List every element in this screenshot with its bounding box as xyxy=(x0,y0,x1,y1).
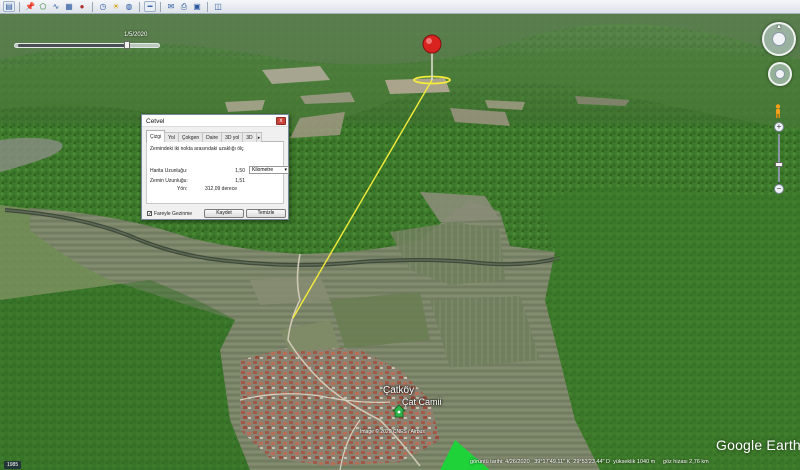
tab-line[interactable]: Çizgi xyxy=(146,130,166,142)
time-slider-handle[interactable] xyxy=(124,41,131,49)
time-slider[interactable]: 1/5/2020 xyxy=(14,32,160,49)
toolbar-separator xyxy=(92,1,93,12)
tab-scroll-right-icon[interactable]: ▸ xyxy=(255,132,263,142)
ruler-description: Zemindeki iki nokta arasındaki uzaklığı … xyxy=(150,146,244,152)
unit-select-value: Kilometre xyxy=(252,167,274,173)
toolbar-separator xyxy=(160,1,161,12)
toolbar-separator xyxy=(139,1,140,12)
north-up-icon[interactable] xyxy=(772,32,786,46)
close-button[interactable]: x xyxy=(276,117,286,125)
save-image-icon[interactable]: ▣ xyxy=(191,1,203,12)
print-icon[interactable]: ⎙ xyxy=(178,1,190,12)
placemark-icon[interactable]: 📌 xyxy=(24,1,36,12)
toolbar: ▤ 📌 ⬠ ∿ ▦ ● ◷ ☀ ◍ ━ ✉ ⎙ ▣ ◫ xyxy=(0,0,800,14)
chevron-down-icon: ▾ xyxy=(284,167,287,173)
ruler-tabs: Çizgi Yol Çokgen Daire 3D yol 3D ▸ xyxy=(146,130,284,142)
toolbar-separator xyxy=(207,1,208,12)
tab-path[interactable]: Yol xyxy=(164,132,179,142)
sunlight-icon[interactable]: ☀ xyxy=(110,1,122,12)
clear-button[interactable]: Temizle xyxy=(246,209,286,218)
latitude: 39°17'49.11" K xyxy=(534,459,571,465)
terrain-imagery xyxy=(0,14,800,470)
ruler-dialog-title-text: Cetvel xyxy=(146,118,165,125)
ruler-footer: ✓ Fareyle Gezinme Kaydet Temizle xyxy=(146,209,286,219)
village-label[interactable]: Çatköy xyxy=(383,386,414,396)
ground-length-label: Zemin Uzunluğu: xyxy=(150,178,188,184)
tab-3d-path[interactable]: 3D yol xyxy=(221,132,244,142)
ruler-dialog: Cetvel x Çizgi Yol Çokgen Daire 3D yol 3… xyxy=(141,114,289,220)
image-credit: Image © 2020 CNES / Airbus xyxy=(360,429,425,435)
tab-circle[interactable]: Daire xyxy=(202,132,223,142)
zoom-out-button[interactable]: − xyxy=(774,184,784,194)
tab-polygon[interactable]: Çokgen xyxy=(177,132,204,142)
tour-icon[interactable]: ● xyxy=(76,1,88,12)
pegman-icon[interactable] xyxy=(774,104,782,118)
zoom-handle[interactable] xyxy=(775,162,783,167)
toolbar-separator xyxy=(19,1,20,12)
maps-icon[interactable]: ◫ xyxy=(212,1,224,12)
zoom-track[interactable] xyxy=(778,134,780,182)
path-icon[interactable]: ∿ xyxy=(50,1,62,12)
longitude: 29°53'23.44" D xyxy=(573,459,610,465)
eye-altitude: göz hizası 2,76 km xyxy=(662,459,709,465)
ground-length-value: 1,51 xyxy=(235,178,245,184)
google-earth-logo: Google Earth xyxy=(716,437,800,453)
ruler-dialog-title[interactable]: Cetvel x xyxy=(142,115,288,127)
map-length-value: 1,50 xyxy=(235,168,245,174)
email-icon[interactable]: ✉ xyxy=(165,1,177,12)
placemark-pin-icon[interactable] xyxy=(422,34,442,82)
tab-3d[interactable]: 3D xyxy=(242,132,257,142)
move-center-icon[interactable] xyxy=(775,69,785,79)
mouse-nav-checkbox[interactable]: ✓ xyxy=(147,211,152,217)
mosque-icon[interactable] xyxy=(392,404,406,418)
time-slider-label: 1/5/2020 xyxy=(124,32,148,38)
time-slider-fill xyxy=(18,44,128,47)
google-earth-window: ▤ 📌 ⬠ ∿ ▦ ● ◷ ☀ ◍ ━ ✉ ⎙ ▣ ◫ 1/5/2020 ▲ +… xyxy=(0,0,800,470)
ruler-tab-panel: Zemindeki iki nokta arasındaki uzaklığı … xyxy=(146,142,289,204)
historical-imagery-badge[interactable]: 1985 xyxy=(4,461,22,469)
compass-n-icon: ▲ xyxy=(776,24,782,30)
mouse-nav-label: Fareyle Gezinme xyxy=(154,211,193,217)
elevation: yükseklik 1040 m xyxy=(613,459,656,465)
zoom-in-button[interactable]: + xyxy=(774,122,784,132)
history-icon[interactable]: ◷ xyxy=(97,1,109,12)
overlay-icon[interactable]: ▦ xyxy=(63,1,75,12)
map-length-label: Harita Uzunluğu: xyxy=(150,168,188,174)
save-button[interactable]: Kaydet xyxy=(204,209,244,218)
status-bar: görüntü tarihi: 4/26/2020 39°17'49.11" K… xyxy=(470,459,800,470)
polygon-icon[interactable]: ⬠ xyxy=(37,1,49,12)
zoom-slider[interactable]: + − xyxy=(774,122,784,194)
ruler-icon[interactable]: ━ xyxy=(144,1,156,12)
imagery-date: görüntü tarihi: 4/26/2020 xyxy=(470,459,530,465)
mosque-label[interactable]: Çat Camii xyxy=(402,398,442,407)
map-view[interactable]: 1/5/2020 ▲ + − Çatköy Çat Camii Image © … xyxy=(0,14,800,470)
sidebar-icon[interactable]: ▤ xyxy=(3,1,15,12)
heading-value: 312,09 derece xyxy=(205,186,237,192)
planet-icon[interactable]: ◍ xyxy=(123,1,135,12)
heading-label: Yön: xyxy=(177,186,188,192)
unit-select[interactable]: Kilometre ▾ xyxy=(249,166,289,174)
